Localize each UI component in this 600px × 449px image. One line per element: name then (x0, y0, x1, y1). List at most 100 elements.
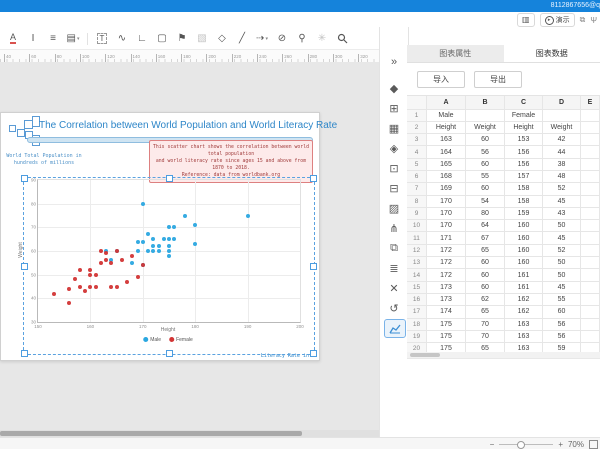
data-point-female[interactable] (125, 280, 129, 284)
data-point-male[interactable] (151, 237, 155, 241)
table-cell[interactable]: 169 (427, 183, 466, 195)
table-cell[interactable]: 65 (466, 343, 505, 352)
layers-icon[interactable]: ◈ (380, 139, 408, 157)
table-cell[interactable] (581, 331, 600, 343)
table-cell[interactable]: 45 (543, 196, 581, 208)
table-cell[interactable]: 38 (543, 159, 581, 171)
data-point-female[interactable] (120, 258, 124, 262)
data-point-male[interactable] (151, 244, 155, 248)
table-cell[interactable]: 64 (466, 220, 505, 232)
table-cell[interactable]: 162 (505, 294, 543, 306)
table-cell[interactable]: 158 (505, 196, 543, 208)
table-cell[interactable] (466, 110, 505, 122)
resize-handle[interactable] (21, 263, 28, 270)
table-cell[interactable]: 160 (505, 245, 543, 257)
data-point-male[interactable] (246, 214, 250, 218)
table-cell[interactable]: Female (505, 110, 543, 122)
table-cell[interactable]: 175 (427, 319, 466, 331)
table-cell[interactable]: 65 (466, 245, 505, 257)
data-point-female[interactable] (88, 268, 92, 272)
row-number[interactable]: 7 (407, 183, 427, 195)
data-point-female[interactable] (73, 277, 77, 281)
org-chart-icon[interactable]: ⋔ (380, 219, 408, 237)
table-cell[interactable]: 175 (427, 331, 466, 343)
chart-title[interactable]: The Correlation between World Population… (39, 120, 337, 131)
table-cell[interactable]: 62 (466, 294, 505, 306)
zoom-in-button[interactable]: + (558, 440, 563, 449)
data-point-male[interactable] (146, 249, 150, 253)
resize-handle[interactable] (310, 263, 317, 270)
table-cell[interactable] (581, 269, 600, 281)
data-point-female[interactable] (141, 263, 145, 267)
table-cell[interactable]: 55 (543, 294, 581, 306)
data-point-male[interactable] (130, 261, 134, 265)
data-point-male[interactable] (172, 225, 176, 229)
insert-shape-icon[interactable]: ⊞ (380, 99, 408, 117)
zoom-slider[interactable] (499, 444, 553, 445)
table-cell[interactable]: 48 (543, 171, 581, 183)
table-cell[interactable]: Weight (543, 122, 581, 134)
table-horizontal-scrollbar[interactable] (407, 352, 600, 359)
chart-icon[interactable] (384, 319, 406, 338)
column-header[interactable]: C (505, 96, 543, 110)
table-cell[interactable] (581, 319, 600, 331)
data-point-female[interactable] (99, 249, 103, 253)
column-header[interactable]: D (543, 96, 581, 110)
fit-window-icon[interactable]: ✕ (380, 279, 408, 297)
resize-handle[interactable] (166, 350, 173, 357)
table-cell[interactable]: Male (427, 110, 466, 122)
data-point-female[interactable] (136, 275, 140, 279)
data-point-male[interactable] (151, 249, 155, 253)
table-cell[interactable] (581, 306, 600, 318)
table-cell[interactable]: 52 (543, 183, 581, 195)
table-corner[interactable] (407, 96, 427, 110)
row-number[interactable]: 3 (407, 134, 427, 146)
deco-square[interactable] (9, 125, 16, 132)
table-cell[interactable]: 159 (505, 208, 543, 220)
connector-icon[interactable]: ∿ (112, 31, 132, 47)
table-cell[interactable]: 160 (505, 220, 543, 232)
table-cell[interactable] (581, 343, 600, 352)
image-icon[interactable]: ▨ (380, 199, 408, 217)
table-cell[interactable]: 170 (427, 196, 466, 208)
table-cell[interactable]: 60 (466, 159, 505, 171)
table-cell[interactable] (581, 257, 600, 269)
row-number[interactable]: 15 (407, 282, 427, 294)
data-point-male[interactable] (172, 237, 176, 241)
no-border-icon[interactable]: ⊘ (272, 31, 292, 47)
present-button[interactable]: ▸ 演示 (540, 13, 575, 27)
collapse-icon[interactable]: » (380, 53, 408, 71)
row-number[interactable]: 16 (407, 294, 427, 306)
row-number[interactable]: 5 (407, 159, 427, 171)
table-cell[interactable]: 60 (466, 183, 505, 195)
table-cell[interactable] (581, 196, 600, 208)
scrollbar-thumb[interactable] (410, 353, 440, 357)
row-number[interactable]: 6 (407, 171, 427, 183)
table-cell[interactable] (581, 245, 600, 257)
resize-handle[interactable] (21, 350, 28, 357)
history-icon[interactable]: ↺ (380, 299, 408, 317)
tab-chart-properties[interactable]: 图表属性 (407, 45, 504, 62)
text-tool-icon[interactable]: I (23, 31, 43, 47)
table-cell[interactable]: Weight (466, 122, 505, 134)
panel-layout-button[interactable]: ▥ (517, 13, 535, 27)
table-cell[interactable]: 168 (427, 171, 466, 183)
canvas-horizontal-scrollbar[interactable] (0, 430, 379, 437)
deco-square[interactable] (17, 129, 25, 137)
table-cell[interactable]: 60 (466, 134, 505, 146)
data-point-female[interactable] (115, 285, 119, 289)
table-cell[interactable] (581, 122, 600, 134)
table-cell[interactable]: 54 (466, 196, 505, 208)
line-style-icon[interactable]: ⇢▾ (252, 31, 272, 47)
table-cell[interactable]: 59 (543, 343, 581, 352)
table-cell[interactable]: 172 (427, 245, 466, 257)
row-number[interactable]: 8 (407, 196, 427, 208)
table-cell[interactable]: 60 (466, 282, 505, 294)
table-cell[interactable]: 172 (427, 269, 466, 281)
scrollbar-thumb[interactable] (0, 431, 302, 436)
row-number[interactable]: 20 (407, 343, 427, 352)
table-cell[interactable]: 160 (505, 257, 543, 269)
zoom-slider-knob[interactable] (517, 441, 525, 449)
table-cell[interactable]: 164 (427, 146, 466, 158)
mic-icon[interactable]: Ψ (590, 16, 597, 25)
